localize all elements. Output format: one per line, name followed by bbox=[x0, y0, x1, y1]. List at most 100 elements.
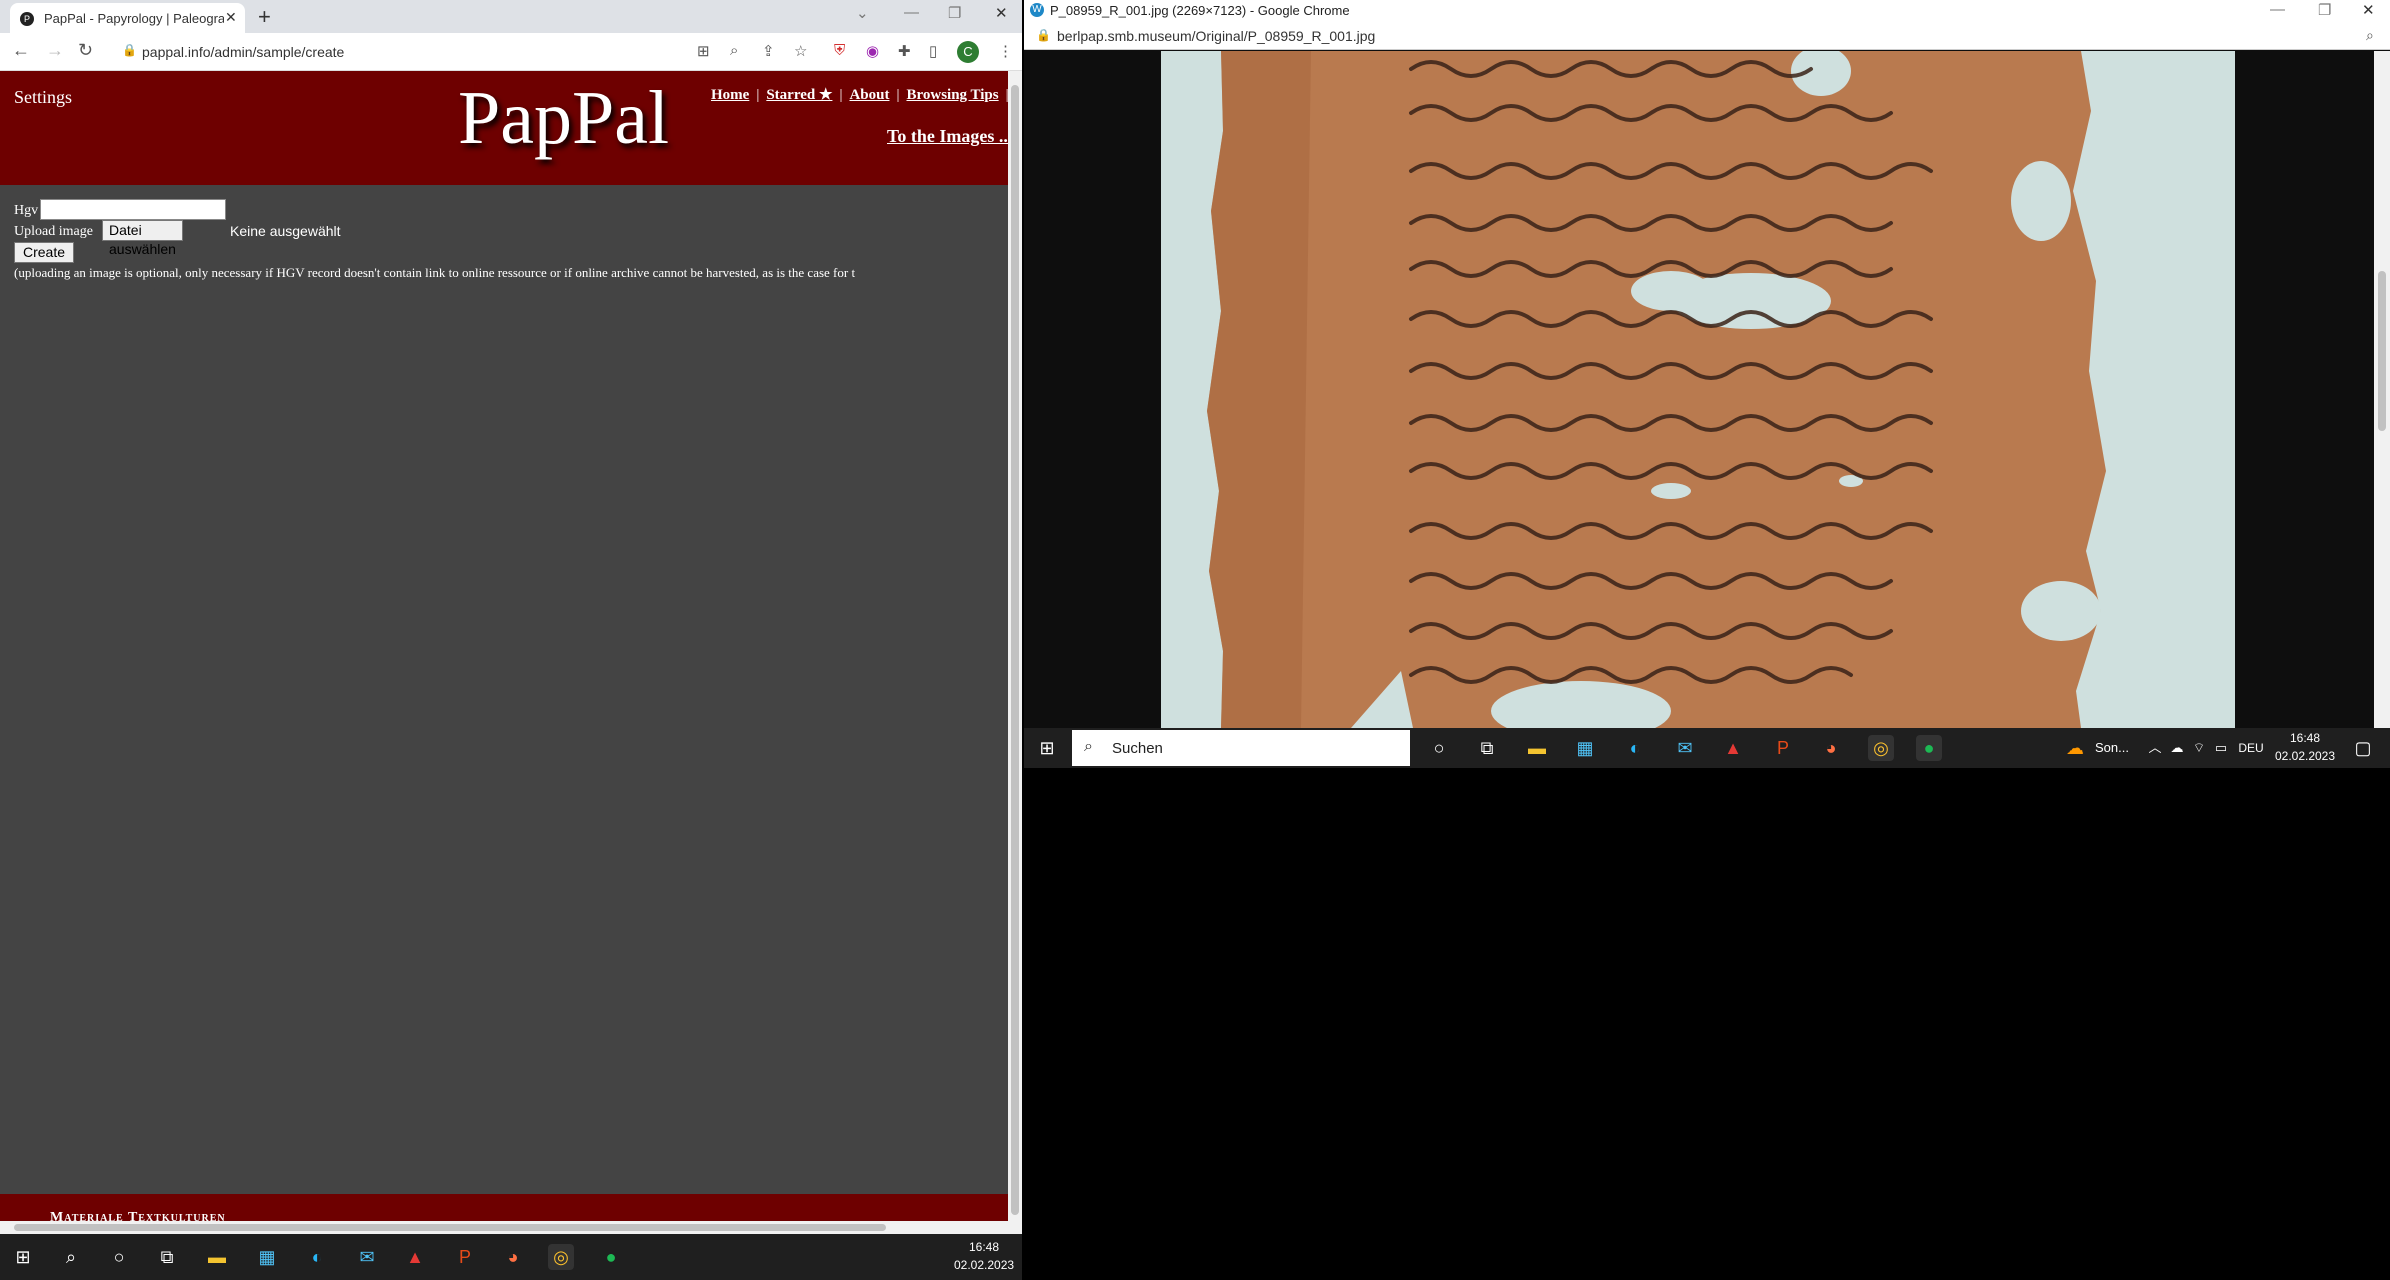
file-explorer-icon[interactable]: ▬ bbox=[204, 1244, 230, 1270]
left-clock-date[interactable]: 02.02.2023 bbox=[954, 1258, 1014, 1272]
windows-start-icon[interactable]: ⊞ bbox=[10, 1244, 36, 1270]
search-icon: ⌕ bbox=[1084, 738, 1093, 755]
weather-text[interactable]: Son... bbox=[2092, 740, 2132, 755]
profile-avatar[interactable]: C bbox=[957, 41, 979, 63]
to-the-images-link[interactable]: To the Images ... bbox=[887, 126, 1012, 147]
firefox-icon[interactable]: ◕ bbox=[500, 1244, 526, 1270]
chrome-icon[interactable]: ◎ bbox=[548, 1244, 574, 1270]
search-label: Suchen bbox=[1112, 740, 1163, 757]
minimize-icon[interactable]: — bbox=[904, 4, 919, 21]
left-tab-strip: P PapPal - Papyrology | Paleography ✕ + … bbox=[0, 0, 1022, 33]
forward-icon[interactable]: → bbox=[46, 40, 64, 61]
hgv-label: Hgv bbox=[14, 203, 39, 218]
restore-icon[interactable]: ❐ bbox=[2318, 1, 2331, 19]
address-text: berlpap.smb.museum/Original/P_08959_R_00… bbox=[1057, 28, 1376, 44]
extension-shield-icon[interactable]: ⛨ bbox=[834, 42, 845, 59]
vertical-scroll-thumb[interactable] bbox=[1011, 85, 1019, 1215]
vertical-scrollbar[interactable] bbox=[2374, 51, 2390, 728]
left-taskbar: ⊞ ⌕ ○ ⧉ ▬ ▦ ◐ ✉ ▲ P ◕ ◎ ● 16:48 02.02.20… bbox=[0, 1234, 1022, 1280]
restore-icon[interactable]: ❐ bbox=[948, 4, 961, 22]
share-icon[interactable]: ⇪ bbox=[762, 42, 775, 60]
extension-circle-icon[interactable]: ◉ bbox=[866, 42, 879, 60]
edge-icon[interactable]: ◐ bbox=[304, 1244, 330, 1270]
notification-icon[interactable]: ▢ bbox=[2350, 735, 2376, 761]
left-browser-window: P PapPal - Papyrology | Paleography ✕ + … bbox=[0, 0, 1022, 1234]
extensions-puzzle-icon[interactable]: ✚ bbox=[898, 42, 911, 60]
task-view-icon[interactable]: ⧉ bbox=[154, 1244, 180, 1270]
powerpoint-icon[interactable]: P bbox=[452, 1244, 478, 1270]
new-tab-icon[interactable]: + bbox=[258, 4, 271, 30]
firefox-icon[interactable]: ◕ bbox=[1818, 735, 1844, 761]
papyrus-drawing bbox=[1207, 51, 2106, 728]
search-icon[interactable]: ⌕ bbox=[58, 1244, 84, 1270]
menu-kebab-icon[interactable]: ⋮ bbox=[998, 42, 1013, 60]
bookmark-star-icon[interactable]: ☆ bbox=[794, 42, 807, 60]
edge-icon[interactable]: ◐ bbox=[1622, 735, 1648, 761]
site-header: Settings PapPal Home | Starred ★ | About | Bro… bbox=[0, 71, 1022, 185]
lock-icon: 🔒 bbox=[1036, 28, 1051, 42]
pappal-favicon-icon: P bbox=[20, 12, 34, 26]
mail-icon[interactable]: ✉ bbox=[1672, 735, 1698, 761]
store-icon[interactable]: ▦ bbox=[254, 1244, 280, 1270]
tab-close-icon[interactable]: ✕ bbox=[225, 9, 237, 26]
settings-link[interactable]: Settings bbox=[14, 87, 72, 108]
cortana-icon[interactable]: ○ bbox=[1426, 735, 1452, 761]
store-icon[interactable]: ▦ bbox=[1572, 735, 1598, 761]
right-browser-window: W P_08959_R_001.jpg (2269×7123) - Google… bbox=[1024, 0, 2390, 728]
file-explorer-icon[interactable]: ▬ bbox=[1524, 735, 1550, 761]
powerpoint-icon[interactable]: P bbox=[1770, 735, 1796, 761]
battery-icon[interactable]: ▭ bbox=[2208, 735, 2234, 761]
create-button[interactable]: Create bbox=[14, 242, 75, 263]
acrobat-icon[interactable]: ▲ bbox=[1720, 735, 1746, 761]
tab-search-chevron-icon[interactable]: ⌄ bbox=[856, 4, 869, 22]
address-text: pappal.info/admin/sample/create bbox=[142, 44, 345, 60]
left-toolbar: ← → ↻ 🔒 pappal.info/admin/sample/create … bbox=[0, 33, 1022, 71]
right-clock-date[interactable]: 02.02.2023 bbox=[2270, 749, 2340, 763]
minimize-icon[interactable]: — bbox=[2270, 1, 2285, 18]
spotify-icon[interactable]: ● bbox=[1916, 735, 1942, 761]
file-status-text: Keine ausgewählt bbox=[230, 223, 341, 239]
vertical-scrollbar[interactable] bbox=[1008, 71, 1022, 1234]
hgv-input[interactable] bbox=[40, 199, 226, 220]
cortana-icon[interactable]: ○ bbox=[106, 1244, 132, 1270]
translate-icon[interactable]: ⊞ bbox=[697, 42, 710, 60]
window-title: P_08959_R_001.jpg (2269×7123) - Google C… bbox=[1050, 3, 1350, 18]
mail-icon[interactable]: ✉ bbox=[354, 1244, 380, 1270]
tab-pappal[interactable]: P PapPal - Papyrology | Paleography ✕ bbox=[10, 3, 245, 33]
close-window-icon[interactable]: ✕ bbox=[995, 4, 1008, 22]
language-indicator[interactable]: DEU bbox=[2236, 741, 2266, 755]
nav-about[interactable]: About bbox=[849, 87, 889, 103]
right-titlebar: W P_08959_R_001.jpg (2269×7123) - Google… bbox=[1024, 0, 2390, 22]
nav-starred[interactable]: Starred ★ bbox=[766, 87, 832, 103]
left-clock-time[interactable]: 16:48 bbox=[954, 1240, 1014, 1254]
tab-title: PapPal - Papyrology | Paleography bbox=[44, 11, 224, 26]
task-view-icon[interactable]: ⧉ bbox=[1474, 735, 1500, 761]
choose-file-button[interactable]: Datei auswählen bbox=[102, 220, 183, 257]
right-taskbar: ⊞ ⌕ Suchen ○ ⧉ ▬ ▦ ◐ ✉ ▲ P ◕ ◎ ● ☁ Son..… bbox=[1024, 728, 2390, 768]
windows-start-icon[interactable]: ⊞ bbox=[1034, 735, 1060, 761]
nav-home[interactable]: Home bbox=[711, 87, 749, 103]
close-window-icon[interactable]: ✕ bbox=[2362, 1, 2375, 19]
wordpress-favicon-icon: W bbox=[1030, 3, 1044, 17]
acrobat-icon[interactable]: ▲ bbox=[402, 1244, 428, 1270]
vertical-scroll-thumb[interactable] bbox=[2378, 271, 2386, 431]
zoom-icon[interactable]: ⌕ bbox=[2366, 27, 2374, 44]
top-navigation: Home|Starred ★|About|Browsing Tips|C bbox=[711, 85, 1022, 104]
right-clock-time[interactable]: 16:48 bbox=[2270, 731, 2340, 745]
upload-note: (uploading an image is optional, only ne… bbox=[14, 265, 856, 280]
site-logo[interactable]: PapPal bbox=[458, 75, 669, 162]
spotify-icon[interactable]: ● bbox=[598, 1244, 624, 1270]
papyrus-image[interactable] bbox=[1161, 51, 2235, 728]
horizontal-scroll-thumb[interactable] bbox=[14, 1224, 886, 1231]
weather-icon[interactable]: ☁ bbox=[2062, 735, 2088, 761]
horizontal-scrollbar[interactable] bbox=[0, 1221, 1008, 1234]
reload-icon[interactable]: ↻ bbox=[78, 40, 93, 61]
address-bar[interactable]: 🔒 berlpap.smb.museum/Original/P_08959_R_… bbox=[1024, 22, 2390, 50]
side-panel-icon[interactable]: ▯ bbox=[929, 42, 937, 60]
back-icon[interactable]: ← bbox=[12, 40, 30, 61]
nav-browsing-tips[interactable]: Browsing Tips bbox=[906, 87, 998, 103]
zoom-icon[interactable]: ⌕ bbox=[730, 42, 738, 59]
chrome-icon[interactable]: ◎ bbox=[1868, 735, 1894, 761]
taskbar-search-box[interactable]: ⌕ Suchen bbox=[1072, 730, 1410, 766]
address-bar[interactable]: 🔒 pappal.info/admin/sample/create bbox=[118, 38, 688, 66]
